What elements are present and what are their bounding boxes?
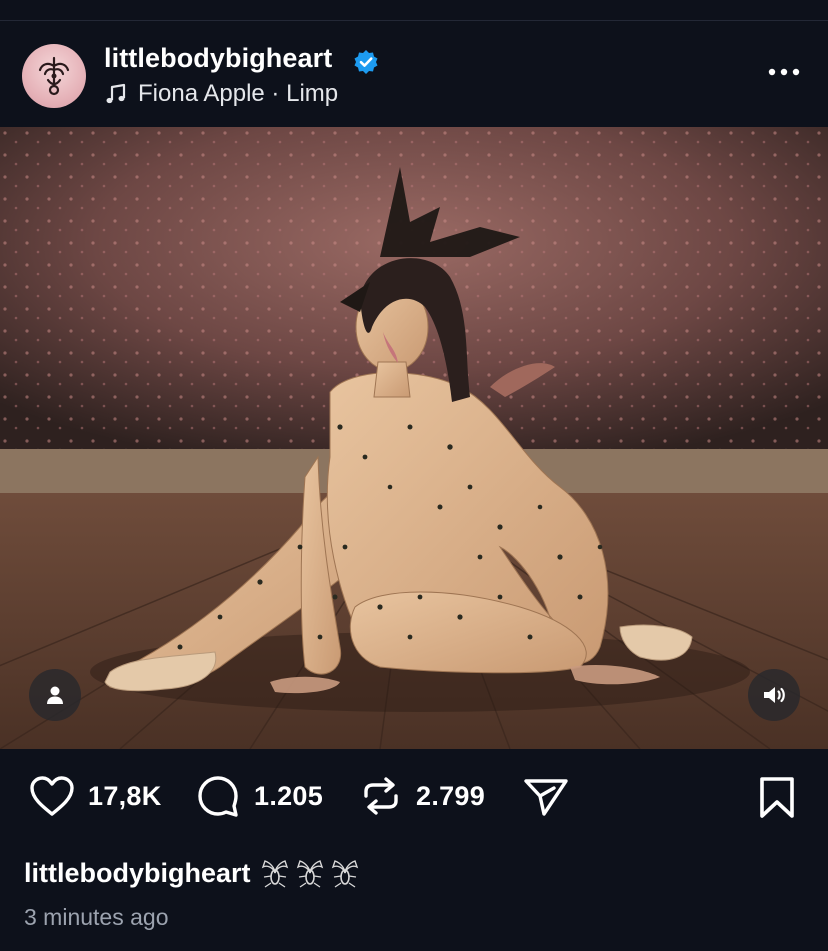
user-tag-button[interactable] [29,669,81,721]
post-media[interactable] [0,127,828,749]
avatar[interactable] [22,44,86,108]
music-song: Limp [286,80,339,107]
repost-button[interactable]: 2.799 [358,774,485,818]
more-options-icon[interactable] [766,66,802,78]
bookmark-icon[interactable] [757,776,797,820]
avatar-logo-icon [38,56,70,96]
person-tag-icon [47,686,63,704]
comment-icon [198,776,238,817]
music-artist: Fiona Apple [138,80,265,107]
post-photo [0,127,828,749]
share-button[interactable] [522,774,570,818]
post-username[interactable]: littlebodybigheart [104,43,332,74]
music-attribution[interactable]: Fiona Apple · Limp [104,79,338,109]
share-icon [524,779,568,816]
heart-icon [30,776,74,816]
comment-button[interactable]: 1.205 [196,774,323,818]
like-count: 17,8K [88,780,162,811]
post-header: littlebodybigheart Fiona Apple · Limp [0,21,828,127]
fly-bug-icon [261,860,288,888]
caption-username[interactable]: littlebodybigheart [24,858,251,889]
verified-badge-icon [354,50,378,74]
music-separator: · [264,80,287,107]
fly-bug-icon [296,860,323,888]
repost-count: 2.799 [416,780,486,811]
post-caption: littlebodybigheart [24,854,361,892]
speaker-icon [764,687,785,703]
caption-emojis [259,857,361,889]
mute-toggle-button[interactable] [748,669,800,721]
like-button[interactable]: 17,8K [28,774,162,818]
post-actions-bar: 17,8K 1.205 2.799 [0,760,828,836]
music-note-icon [106,83,126,104]
post-timestamp: 3 minutes ago [24,904,169,930]
fly-bug-icon [331,860,358,888]
repost-icon [364,777,398,815]
comment-count: 1.205 [254,780,324,811]
